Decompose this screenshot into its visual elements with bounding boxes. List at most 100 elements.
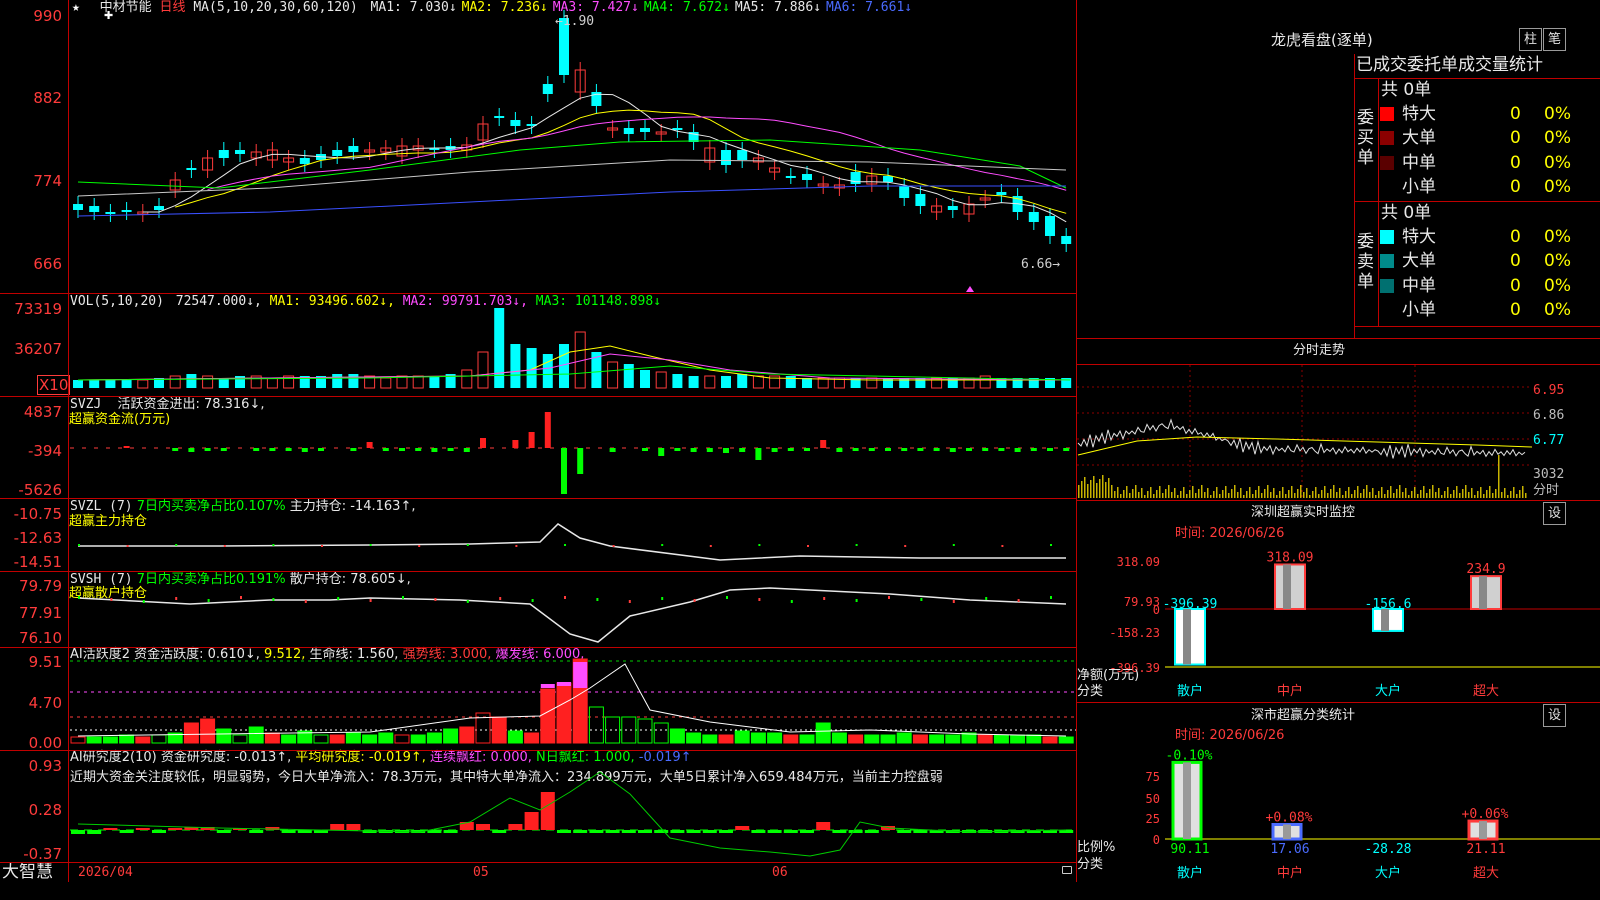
svzl-chart[interactable]: [70, 500, 1076, 570]
tick-view-button[interactable]: 笔: [1543, 28, 1566, 51]
intraday-chart[interactable]: [1077, 365, 1532, 500]
svzl-dot: [321, 545, 323, 547]
lhb-row-buy: 特大 0 0%: [1380, 104, 1600, 124]
classify-category: 大户: [1375, 865, 1401, 881]
research-bar: [864, 830, 879, 833]
candle: [235, 150, 245, 154]
volume-bar: [429, 376, 440, 388]
flow-bar: [609, 448, 616, 452]
y-tick: 0.28: [28, 801, 62, 819]
active-bar: [1042, 736, 1058, 744]
svsh-dot: [402, 596, 404, 599]
intraday-vol-bar: [1483, 494, 1485, 498]
svsh-line: [77, 587, 1067, 643]
classify-settings-button[interactable]: 设: [1543, 704, 1566, 727]
intraday-vol-bar: [1138, 492, 1140, 498]
research-bar: [524, 812, 539, 830]
svzl-dot: [1001, 545, 1004, 547]
intraday-vol-bar: [1444, 491, 1446, 498]
monitor-chart[interactable]: 318.0979.930-158.23-396.39-396.39散户318.0…: [1077, 540, 1600, 700]
svzl-dot: [952, 544, 955, 546]
classify-cat-label: 分类: [1077, 857, 1104, 872]
volume-bar: [121, 380, 132, 388]
intraday-vol-bar: [1519, 490, 1521, 498]
y-tick: -394: [27, 442, 62, 460]
flow-bar: [933, 448, 940, 451]
intraday-vol-bar: [1171, 492, 1173, 498]
flow-bar: [1030, 448, 1037, 451]
candle: [218, 150, 229, 158]
volume-chart[interactable]: [70, 294, 1076, 396]
intraday-vol-bar: [1189, 490, 1191, 498]
volume-bar: [785, 376, 796, 388]
intraday-vol-bar: [1225, 486, 1227, 498]
intraday-vol-bar: [1342, 495, 1344, 498]
ai-research-chart[interactable]: [70, 752, 1076, 860]
volume-bar: [348, 374, 359, 388]
active-bar: [281, 734, 297, 744]
flow-bar: [674, 448, 681, 451]
intraday-vol-bar: [1300, 485, 1302, 498]
flow-bar: [820, 440, 827, 448]
intraday-vol-bar: [1249, 487, 1251, 498]
active-bar: [929, 734, 945, 744]
intraday-vol-bar: [1159, 486, 1161, 498]
classify-chart[interactable]: 75 50 25 0 -0.10% 90.11 散户 +0.08% 17.06 中户 -28.28 大…: [1077, 742, 1600, 900]
volume-bar: [899, 378, 910, 388]
flow-bar: [1063, 448, 1070, 451]
price-chart[interactable]: [70, 0, 1076, 292]
flow-bar: [431, 448, 438, 452]
intraday-vol-bar: [1318, 494, 1320, 498]
intraday-vol-bar: [1156, 490, 1158, 498]
intraday-tick: 6.77: [1533, 433, 1565, 448]
research-bar: [346, 824, 361, 830]
candle: [332, 150, 343, 156]
intraday-vol-bar: [1174, 488, 1176, 498]
y-tick: -12.63: [13, 529, 62, 547]
monitor-y-tick: 0: [1153, 603, 1160, 617]
intraday-vol-bar: [1402, 492, 1404, 498]
intraday-vol-bar: [1210, 495, 1212, 498]
intraday-vol-bar: [1462, 489, 1464, 498]
color-swatch: [1380, 179, 1394, 194]
intraday-vol-bar: [1489, 486, 1491, 498]
flow-bar: [301, 448, 308, 452]
intraday-vol-bar: [1435, 492, 1437, 498]
volume-bar: [721, 376, 731, 388]
classify-top-label: +0.08%: [1266, 810, 1313, 825]
intraday-vol-bar: [1264, 489, 1266, 498]
ai-active-chart[interactable]: [70, 648, 1076, 748]
intraday-vol-bar: [1312, 491, 1314, 498]
intraday-vol-bar: [1246, 491, 1248, 498]
intraday-vol-bar: [1243, 495, 1245, 498]
volume-bar: [640, 370, 650, 388]
intraday-vol-bar: [1090, 480, 1092, 498]
intraday-vol-bar: [1102, 475, 1104, 498]
svsh-chart[interactable]: [70, 572, 1076, 646]
svzj-chart[interactable]: [70, 398, 1076, 498]
candle: [947, 206, 958, 210]
intraday-vol-bar: [1390, 486, 1392, 498]
svsh-dot: [337, 597, 340, 600]
y-tick: 4837: [23, 403, 62, 421]
svsh-dot: [758, 598, 761, 601]
flow-bar: [366, 442, 373, 448]
column-view-button[interactable]: 柱: [1519, 28, 1542, 51]
monitor-settings-button[interactable]: 设: [1543, 502, 1566, 525]
intraday-vol-bar: [1348, 487, 1350, 498]
lhb-row-buy: 中单 0 0%: [1380, 153, 1600, 173]
classify-title: 深市超赢分类统计: [1251, 708, 1356, 723]
volume-bar: [266, 377, 278, 389]
active-bar: [135, 736, 151, 744]
research-bar: [735, 826, 750, 830]
volume-bar: [89, 380, 100, 388]
low-price-label: 6.66→: [1021, 257, 1061, 272]
lock-icon[interactable]: [1062, 866, 1072, 874]
intraday-vol-bar: [1306, 488, 1308, 498]
active-bar: [491, 716, 507, 744]
svsh-dot: [466, 600, 469, 603]
volume-bar: [542, 354, 553, 388]
svzl-dot: [1050, 544, 1052, 546]
volume-bar: [510, 344, 521, 388]
candle: [510, 120, 521, 126]
